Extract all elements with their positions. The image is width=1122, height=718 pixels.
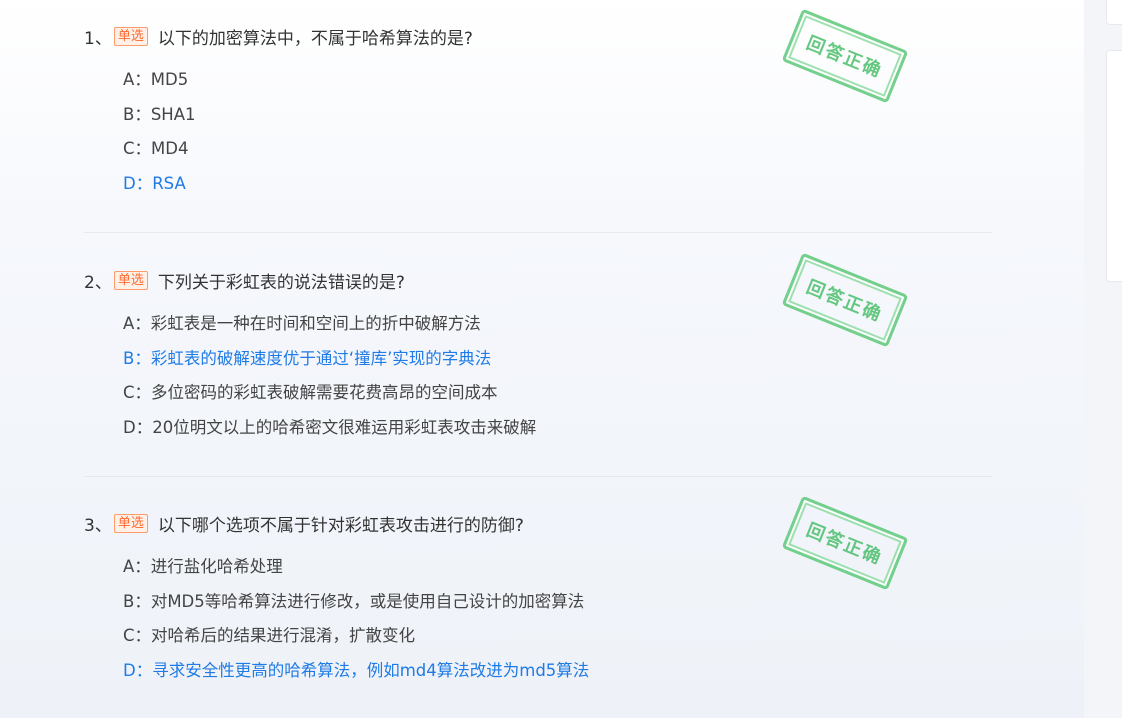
question-1: 1、 单选 以下的加密算法中，不属于哈希算法的是? A：MD5 B：SHA1 C…	[84, 8, 992, 207]
question-3: 3、 单选 以下哪个选项不属于针对彩虹表攻击进行的防御? A：进行盐化哈希处理 …	[84, 495, 992, 694]
question-divider	[84, 476, 992, 477]
question-number: 3、	[84, 515, 112, 536]
quiz-main-panel: 1、 单选 以下的加密算法中，不属于哈希算法的是? A：MD5 B：SHA1 C…	[0, 0, 1084, 718]
option-c[interactable]: C：对哈希后的结果进行混淆，扩散变化	[123, 624, 992, 659]
single-choice-badge: 单选	[113, 513, 148, 533]
option-c[interactable]: C：多位密码的彩虹表破解需要花费高昂的空间成本	[123, 381, 992, 416]
answer-sheet-card	[1106, 50, 1122, 282]
single-choice-badge: 单选	[113, 26, 148, 46]
option-d[interactable]: D：寻求安全性更高的哈希算法，例如md4算法改进为md5算法	[123, 659, 992, 694]
question-2: 2、 单选 下列关于彩虹表的说法错误的是? A：彩虹表是一种在时间和空间上的折中…	[84, 252, 992, 451]
sidebar-card	[1106, 0, 1122, 25]
option-b[interactable]: B：SHA1	[123, 103, 992, 138]
question-number: 2、	[84, 272, 112, 293]
question-number: 1、	[84, 28, 112, 49]
option-d[interactable]: D：RSA	[123, 172, 992, 207]
question-text: 以下的加密算法中，不属于哈希算法的是?	[157, 28, 473, 49]
question-text: 以下哪个选项不属于针对彩虹表攻击进行的防御?	[157, 515, 524, 536]
question-divider	[84, 232, 992, 233]
option-b[interactable]: B：彩虹表的破解速度优于通过‘撞库’实现的字典法	[123, 347, 992, 382]
single-choice-badge: 单选	[113, 270, 148, 290]
option-b[interactable]: B：对MD5等哈希算法进行修改，或是使用自己设计的加密算法	[123, 590, 992, 625]
question-text: 下列关于彩虹表的说法错误的是?	[157, 272, 405, 293]
option-c[interactable]: C：MD4	[123, 137, 992, 172]
option-d[interactable]: D：20位明文以上的哈希密文很难运用彩虹表攻击来破解	[123, 416, 992, 451]
